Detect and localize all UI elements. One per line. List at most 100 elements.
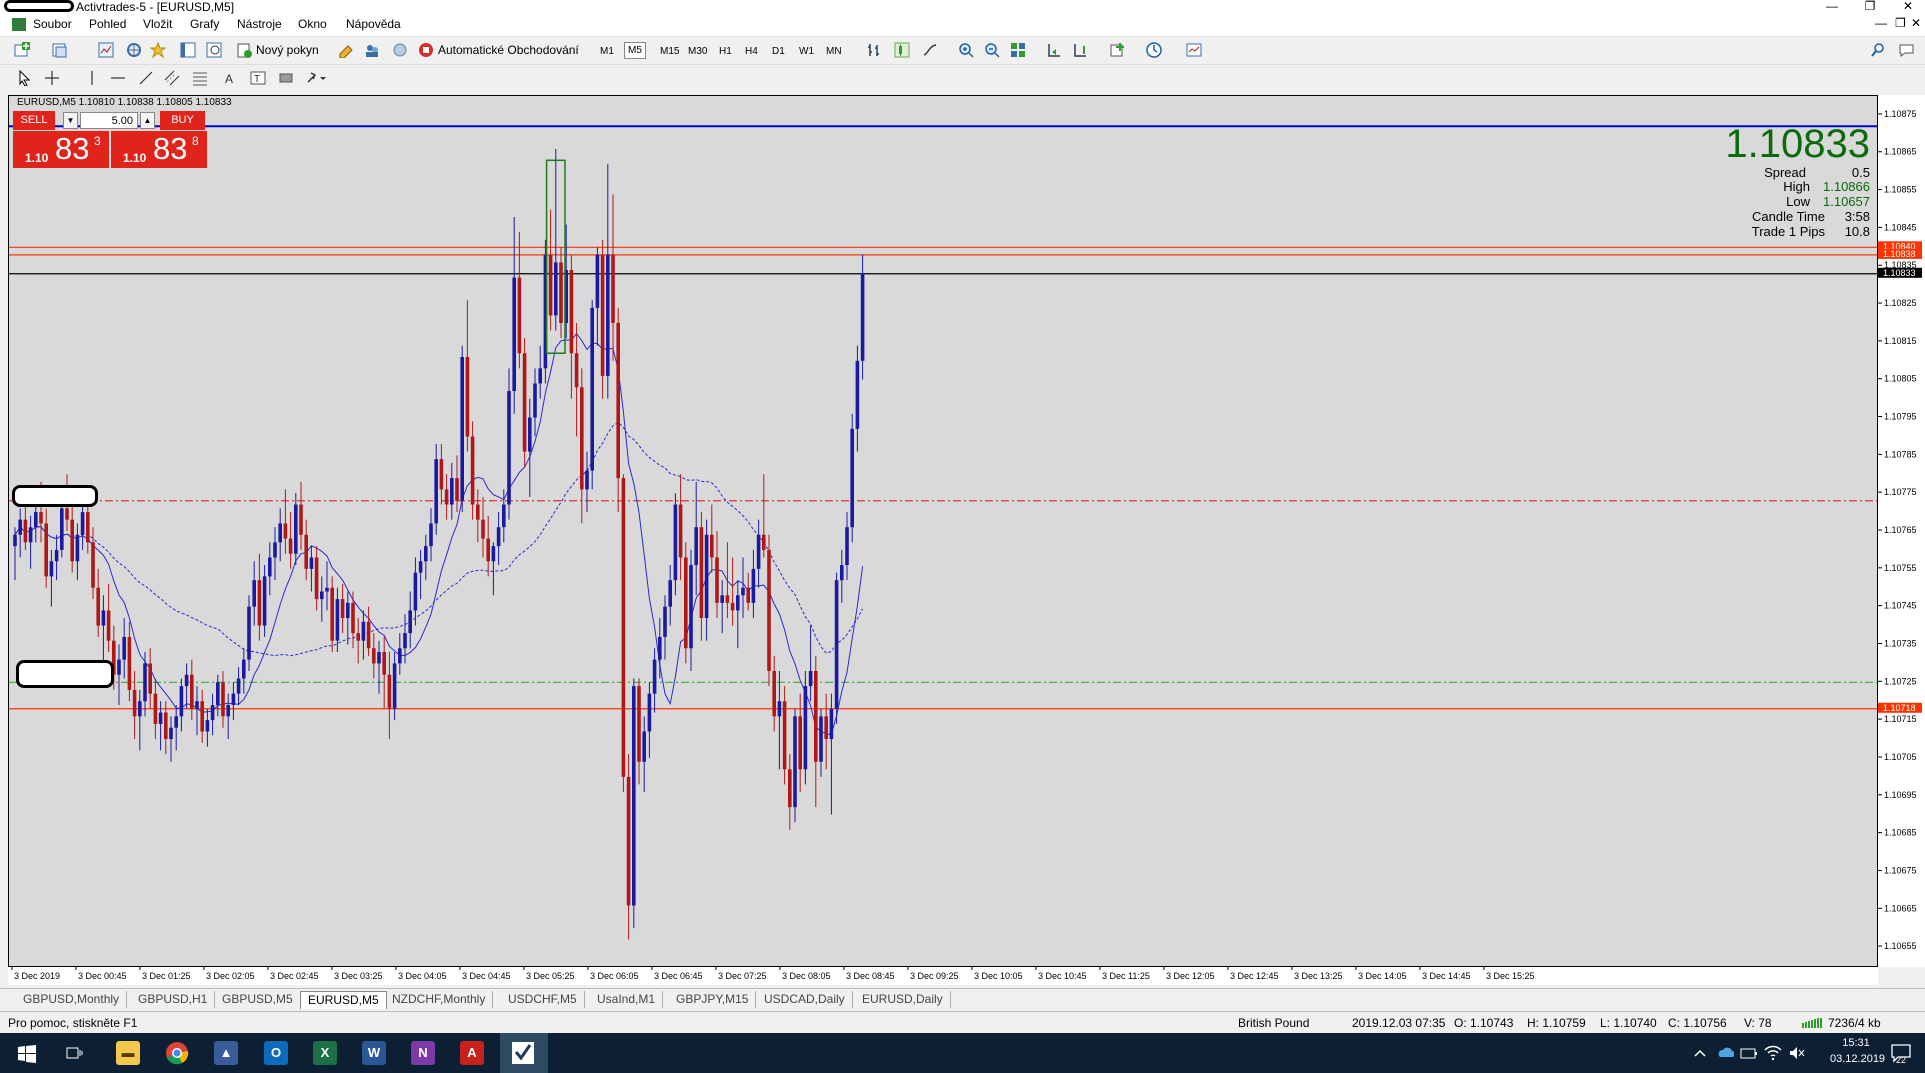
periods-icon[interactable] [1146, 42, 1162, 58]
volume-icon[interactable] [1788, 1045, 1806, 1061]
tray-chevron-up-icon[interactable] [1694, 1048, 1706, 1058]
new-order-icon[interactable] [236, 42, 252, 58]
network-icon[interactable] [1740, 1046, 1758, 1060]
autoscroll-icon[interactable] [1046, 42, 1062, 58]
search-icon[interactable] [1870, 42, 1886, 58]
menu-napoveda[interactable]: Nápověda [346, 17, 401, 31]
candlestick-icon[interactable] [894, 42, 910, 58]
windows-start-icon[interactable] [18, 1045, 36, 1063]
excel-icon[interactable]: X [313, 1041, 337, 1065]
line-chart-icon[interactable] [922, 42, 938, 58]
indicators-icon[interactable] [1110, 42, 1126, 58]
buy-button[interactable]: BUY [160, 111, 205, 130]
metaeditor-icon[interactable] [338, 42, 354, 58]
outlook-icon[interactable]: O [264, 1041, 288, 1065]
file-explorer-icon[interactable]: ▬ [116, 1041, 140, 1065]
market-watch-icon[interactable] [98, 42, 114, 58]
taskbar-time[interactable]: 15:31 [1830, 1037, 1882, 1049]
tf-m1[interactable]: M1 [600, 46, 614, 57]
trendline-icon[interactable] [138, 70, 154, 86]
minimize-button[interactable]: — [1818, 0, 1846, 14]
tab-gbpjpy-m15[interactable]: GBPJPY,M15 [669, 991, 757, 1008]
tf-m15[interactable]: M15 [660, 46, 679, 57]
chat-icon[interactable] [1898, 42, 1916, 58]
fibonacci-icon[interactable] [192, 70, 208, 86]
vertical-line-icon[interactable] [84, 70, 100, 86]
time-axis[interactable]: 3 Dec 2019 3 Dec 00:45 3 Dec 01:25 3 Dec 02… [8, 967, 1878, 985]
arrows-icon[interactable] [306, 70, 326, 86]
channel-icon[interactable] [164, 70, 180, 86]
rectangle-icon[interactable] [278, 70, 294, 86]
price-chart[interactable] [9, 96, 1877, 966]
tab-usdcad-daily[interactable]: USDCAD,Daily [757, 991, 853, 1008]
signals-icon[interactable] [392, 42, 408, 58]
child-close-button[interactable]: ✕ [1911, 16, 1921, 30]
price-axis[interactable]: 1.10875 1.10865 1.10855 1.10845 1.10835 1.108… [1878, 95, 1925, 967]
tf-h4[interactable]: H4 [745, 46, 758, 57]
strategy-tester-icon[interactable] [206, 42, 222, 58]
horizontal-line-icon[interactable] [110, 70, 126, 86]
tile-windows-icon[interactable] [1010, 42, 1026, 58]
child-restore-button[interactable]: ❐ [1895, 16, 1906, 30]
navigator-icon[interactable] [150, 42, 166, 58]
lot-decrease-button[interactable]: ▼ [63, 112, 78, 129]
new-chart-icon[interactable] [14, 42, 30, 58]
lot-increase-button[interactable]: ▲ [140, 112, 155, 129]
menu-nastroje[interactable]: Nástroje [237, 17, 282, 31]
data-window-icon[interactable] [126, 42, 142, 58]
wifi-icon[interactable] [1764, 1045, 1782, 1061]
activtrades-app-icon[interactable] [511, 1041, 535, 1065]
sell-button[interactable]: SELL [13, 111, 55, 130]
text-label-icon[interactable]: T [250, 70, 266, 86]
community-icon[interactable] [364, 42, 380, 58]
bar-chart-icon[interactable] [866, 42, 882, 58]
crosshair-icon[interactable] [44, 70, 60, 86]
taskbar-date[interactable]: 03.12.2019 [1830, 1053, 1885, 1065]
task-view-icon[interactable] [66, 1045, 84, 1061]
zoom-out-icon[interactable] [984, 42, 1000, 58]
menu-vlozit[interactable]: Vložit [143, 17, 172, 31]
metatrader-app-icon[interactable]: ▲ [214, 1041, 238, 1065]
zoom-in-icon[interactable] [958, 42, 974, 58]
menu-soubor[interactable]: Soubor [33, 17, 72, 31]
onenote-icon[interactable]: N [411, 1041, 435, 1065]
tf-m5[interactable]: M5 [624, 42, 646, 59]
word-icon[interactable]: W [362, 1041, 386, 1065]
tab-gbpusd-h1[interactable]: GBPUSD,H1 [131, 991, 216, 1008]
bid-price-box[interactable]: 1.10 83 3 [13, 131, 109, 168]
cursor-icon[interactable] [16, 70, 32, 86]
maximize-button[interactable]: ❐ [1856, 0, 1884, 14]
acrobat-icon[interactable]: A [460, 1041, 484, 1065]
close-button[interactable]: ✕ [1894, 0, 1922, 14]
tab-usdchf-m5[interactable]: USDCHF,M5 [501, 991, 585, 1008]
child-minimize-button[interactable]: — [1875, 16, 1887, 30]
tf-h1[interactable]: H1 [719, 46, 732, 57]
menu-okno[interactable]: Okno [298, 17, 327, 31]
tab-nzdchf-monthly[interactable]: NZDCHF,Monthly [385, 991, 494, 1008]
auto-trading-icon[interactable] [418, 42, 434, 58]
tf-d1[interactable]: D1 [772, 46, 785, 57]
profiles-icon[interactable] [52, 42, 68, 58]
ask-price-box[interactable]: 1.10 83 8 [111, 131, 207, 168]
tab-eurusd-m5[interactable]: EURUSD,M5 [300, 991, 387, 1009]
tab-gbpusd-m5[interactable]: GBPUSD,M5 [215, 991, 301, 1008]
auto-trading-button[interactable]: Automatické Obchodování [438, 43, 579, 57]
chrome-icon[interactable] [165, 1041, 189, 1065]
templates-icon[interactable] [1186, 42, 1202, 58]
menu-grafy[interactable]: Grafy [190, 17, 219, 31]
tab-gbpusd-monthly[interactable]: GBPUSD,Monthly [16, 991, 128, 1008]
tf-m30[interactable]: M30 [688, 46, 707, 57]
text-icon[interactable]: A [222, 70, 238, 86]
chart-shift-icon[interactable] [1072, 42, 1088, 58]
connection-bars-icon[interactable] [1802, 1017, 1824, 1029]
terminal-icon[interactable] [180, 42, 196, 58]
menu-pohled[interactable]: Pohled [89, 17, 126, 31]
tf-w1[interactable]: W1 [799, 46, 814, 57]
tab-usaind-m1[interactable]: UsaInd,M1 [590, 991, 664, 1008]
new-order-button[interactable]: Nový pokyn [256, 43, 319, 57]
status-profile[interactable]: British Pound [1238, 1016, 1309, 1030]
tab-eurusd-daily[interactable]: EURUSD,Daily [855, 991, 951, 1008]
lot-size-input[interactable]: 5.00 [80, 112, 138, 129]
tf-mn[interactable]: MN [826, 46, 842, 57]
onedrive-icon[interactable] [1716, 1046, 1734, 1058]
